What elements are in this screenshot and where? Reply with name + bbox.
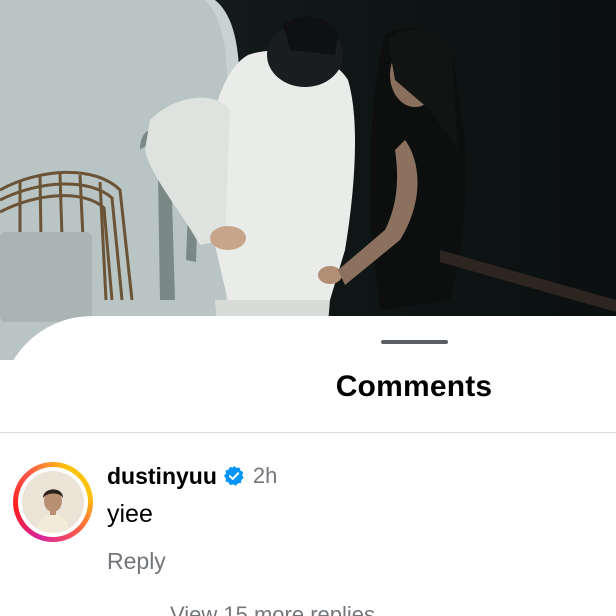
comment-header: dustinyuu 2h (107, 461, 277, 491)
verified-badge-icon (223, 465, 245, 487)
view-replies-button[interactable]: View 15 more replies (170, 602, 375, 616)
sheet-divider (0, 432, 616, 433)
avatar-border (18, 467, 88, 537)
reply-button[interactable]: Reply (107, 548, 166, 575)
comment-text: yiee (107, 500, 153, 528)
story-ring[interactable] (13, 462, 93, 542)
comments-sheet (0, 316, 616, 616)
comment-username[interactable]: dustinyuu (107, 463, 217, 490)
avatar[interactable] (22, 471, 84, 533)
sheet-title: Comments (335, 370, 493, 403)
post-photo (0, 0, 616, 360)
sheet-drag-handle[interactable] (381, 340, 448, 344)
post-photo-illustration (0, 0, 616, 360)
comments-screen: Comments dustinyuu 2h yiee Reply View 15… (0, 0, 616, 616)
comment-time: 2h (252, 463, 278, 488)
avatar-image (22, 471, 84, 533)
